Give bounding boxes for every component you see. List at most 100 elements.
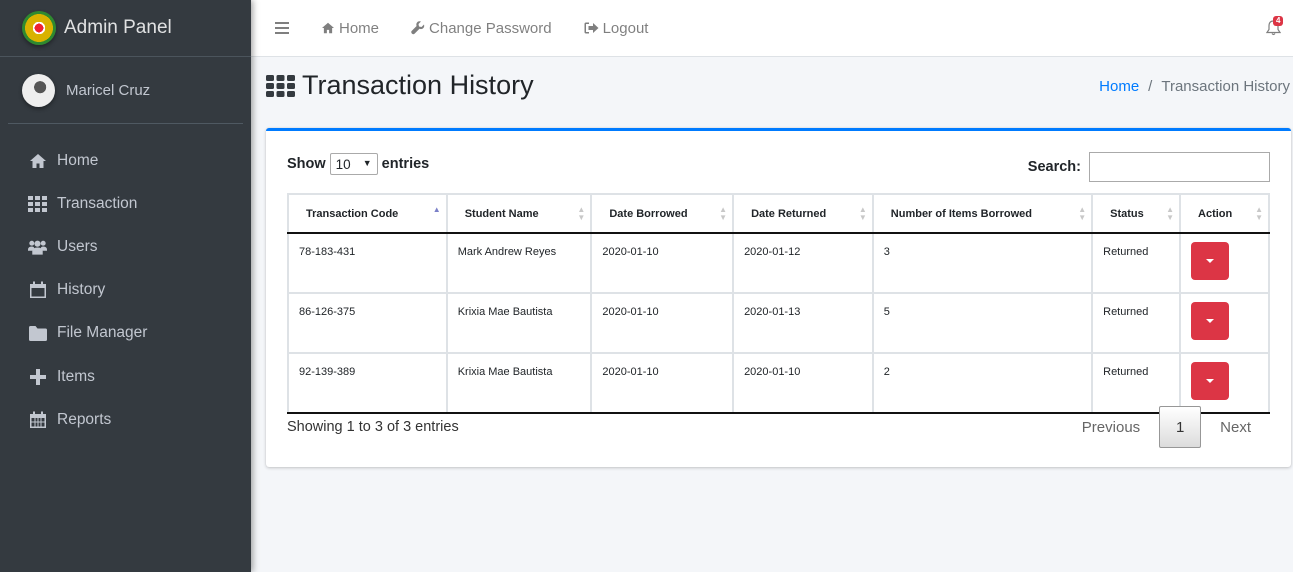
- page-title-text: Transaction History: [302, 70, 534, 100]
- content-header: Transaction History Home / Transaction H…: [266, 70, 1290, 110]
- cell-status: Returned: [1091, 352, 1182, 414]
- cell-status: Returned: [1091, 292, 1182, 354]
- column-header-student-name[interactable]: Student Name ▲ ▼: [445, 193, 593, 234]
- column-label: Transaction Code: [306, 207, 399, 220]
- sign-out-icon: [584, 22, 599, 34]
- column-header-date-returned[interactable]: Date Returned ▲ ▼: [732, 193, 874, 234]
- plus-icon: [28, 368, 47, 386]
- table-row: 78-183-431 Mark Andrew Reyes 2020-01-10 …: [287, 232, 1270, 294]
- breadcrumb-separator: /: [1148, 78, 1153, 95]
- sort-both-icon: ▲ ▼: [577, 205, 586, 222]
- breadcrumb-current: Transaction History: [1161, 78, 1290, 95]
- cell-student-name: Mark Andrew Reyes: [445, 232, 593, 294]
- column-label: Number of Items Borrowed: [890, 207, 1032, 220]
- folder-icon: [28, 324, 47, 342]
- next-page-button[interactable]: Next: [1201, 419, 1270, 436]
- sidebar-item-file-manager[interactable]: File Manager: [0, 312, 251, 355]
- sidebar-item-label: Home: [57, 151, 99, 169]
- sidebar-item-items[interactable]: Items: [0, 355, 251, 398]
- entries-length-control: Show 10 ▼ entries: [287, 153, 429, 175]
- table-row: 86-126-375 Krixia Mae Bautista 2020-01-1…: [287, 292, 1270, 354]
- sidebar-item-history[interactable]: History: [0, 269, 251, 312]
- notifications-button[interactable]: 4: [1265, 16, 1284, 41]
- user-panel[interactable]: Maricel Cruz: [8, 57, 243, 124]
- top-navbar: Home Change Password Logout 4: [251, 0, 1293, 57]
- sort-both-icon: ▲ ▼: [719, 205, 728, 222]
- cell-date-borrowed: 2020-01-10: [590, 352, 735, 414]
- sidebar-item-reports[interactable]: Reports: [0, 398, 251, 441]
- column-label: Student Name: [464, 207, 539, 220]
- table-info: Showing 1 to 3 of 3 entries: [287, 419, 459, 435]
- brand-title: Admin Panel: [64, 17, 172, 38]
- caret-down-icon: [1206, 319, 1215, 323]
- cell-action: [1179, 232, 1270, 294]
- breadcrumb: Home / Transaction History: [1099, 78, 1290, 95]
- sidebar-item-label: History: [57, 281, 106, 299]
- nav-home-label: Home: [339, 19, 380, 37]
- column-header-items-borrowed[interactable]: Number of Items Borrowed ▲ ▼: [871, 193, 1094, 234]
- change-password-label: Change Password: [429, 19, 552, 37]
- sort-both-icon: ▲ ▼: [858, 205, 867, 222]
- logout-link[interactable]: Logout: [584, 19, 649, 37]
- column-header-date-borrowed[interactable]: Date Borrowed ▲ ▼: [590, 193, 735, 234]
- column-label: Action: [1198, 207, 1233, 220]
- sort-asc-icon: ▲: [432, 205, 441, 214]
- sidebar: Admin Panel Maricel Cruz Home Transactio…: [0, 0, 251, 572]
- grid-icon: [266, 74, 295, 97]
- table-search: Search:: [1028, 152, 1270, 182]
- sidebar-item-label: Transaction: [57, 194, 138, 212]
- column-label: Status: [1110, 207, 1144, 220]
- search-label: Search:: [1027, 159, 1081, 175]
- wrench-icon: [411, 21, 425, 35]
- column-header-transaction-code[interactable]: Transaction Code ▲: [287, 193, 448, 234]
- grid-icon: [28, 195, 47, 213]
- search-input[interactable]: [1089, 152, 1270, 182]
- nav-home-link[interactable]: Home: [321, 20, 379, 37]
- brand-link[interactable]: Admin Panel: [0, 0, 251, 57]
- cell-action: [1179, 352, 1270, 414]
- pagination: Previous 1 Next: [1063, 406, 1270, 448]
- cell-items-borrowed: 2: [871, 352, 1094, 414]
- sidebar-item-label: Items: [57, 367, 95, 385]
- entries-per-page-value: 10: [335, 156, 351, 172]
- avatar: [22, 73, 55, 107]
- hamburger-icon: [275, 22, 289, 34]
- cell-date-borrowed: 2020-01-10: [590, 232, 735, 294]
- page-1-button[interactable]: 1: [1159, 406, 1202, 448]
- sort-both-icon: ▲ ▼: [1166, 205, 1175, 222]
- logout-label: Logout: [602, 19, 649, 37]
- cell-date-returned: 2020-01-10: [732, 352, 874, 414]
- sidebar-item-label: Reports: [57, 410, 112, 428]
- transactions-card: Show 10 ▼ entries Search: Transaction Co…: [266, 128, 1291, 467]
- cell-items-borrowed: 5: [871, 292, 1094, 354]
- cell-date-returned: 2020-01-12: [732, 232, 874, 294]
- action-dropdown-button[interactable]: [1191, 302, 1230, 340]
- cell-action: [1179, 292, 1270, 354]
- sidebar-toggle-button[interactable]: [275, 22, 289, 34]
- cell-student-name: Krixia Mae Bautista: [445, 292, 593, 354]
- users-icon: [28, 238, 47, 256]
- previous-page-button[interactable]: Previous: [1063, 419, 1159, 436]
- entries-per-page-select[interactable]: 10 ▼: [329, 153, 378, 175]
- home-icon: [322, 22, 334, 34]
- cell-status: Returned: [1091, 232, 1182, 294]
- sidebar-item-home[interactable]: Home: [0, 139, 251, 182]
- calendar-grid-icon: [28, 411, 47, 429]
- action-dropdown-button[interactable]: [1191, 362, 1230, 400]
- cell-date-returned: 2020-01-13: [732, 292, 874, 354]
- sidebar-nav: Home Transaction Users History File Mana…: [0, 139, 251, 441]
- caret-down-icon: [1206, 259, 1215, 263]
- breadcrumb-home-link[interactable]: Home: [1099, 78, 1139, 95]
- sidebar-item-transaction[interactable]: Transaction: [0, 182, 251, 225]
- sidebar-item-users[interactable]: Users: [0, 225, 251, 268]
- column-header-action[interactable]: Action ▲ ▼: [1179, 193, 1270, 234]
- column-header-status[interactable]: Status ▲ ▼: [1091, 193, 1182, 234]
- select-arrow-icon: ▼: [362, 158, 372, 168]
- cell-date-borrowed: 2020-01-10: [590, 292, 735, 354]
- cell-transaction-code: 92-139-389: [287, 352, 448, 414]
- change-password-link[interactable]: Change Password: [411, 20, 552, 37]
- show-label: Show: [287, 156, 326, 172]
- sort-both-icon: ▲ ▼: [1078, 205, 1087, 222]
- cell-transaction-code: 78-183-431: [287, 232, 448, 294]
- action-dropdown-button[interactable]: [1191, 242, 1230, 280]
